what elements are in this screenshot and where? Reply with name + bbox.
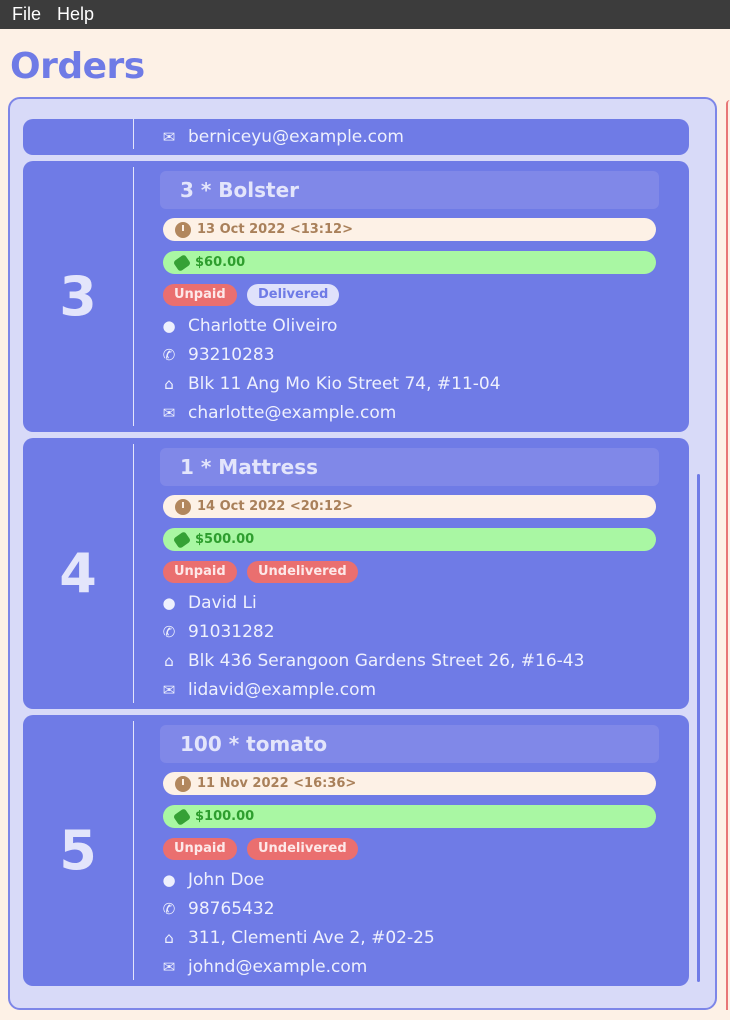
delivery-status-badge: Delivered [247,284,340,306]
customer-email: ✉ lidavid@example.com [160,678,376,702]
clock-icon [175,775,191,792]
price-tag-icon [172,253,192,272]
order-price: $100.00 [163,805,656,828]
customer-phone: ✆ 93210283 [160,343,275,367]
email-icon: ✉ [162,404,176,422]
menu-help[interactable]: Help [57,4,94,25]
customer-name-text: John Doe [188,870,265,890]
phone-icon: ✆ [162,623,176,641]
email-icon: ✉ [162,128,176,146]
order-date-text: 14 Oct 2022 <20:12> [197,499,353,514]
order-price-text: $500.00 [195,532,255,547]
email-icon: ✉ [162,958,176,976]
order-date: 11 Nov 2022 <16:36> [163,772,656,795]
delivery-status-badge: Undelivered [247,838,358,860]
order-price-text: $100.00 [195,809,255,824]
card-divider [133,167,134,426]
menu-file[interactable]: File [12,4,41,25]
order-index: 4 [59,542,97,605]
order-index: 5 [59,819,97,882]
customer-email-text: lidavid@example.com [188,680,377,700]
menu-bar: File Help [0,0,730,29]
person-icon: ● [162,594,176,612]
phone-icon: ✆ [162,900,176,918]
page-title: Orders [10,46,145,87]
person-icon: ● [162,871,176,889]
customer-address-text: 311, Clementi Ave 2, #02-25 [188,928,435,948]
scrollbar[interactable] [697,474,700,982]
customer-email-text: charlotte@example.com [188,403,397,423]
order-price-text: $60.00 [195,255,246,270]
order-price: $500.00 [163,528,656,551]
home-icon: ⌂ [164,929,174,947]
order-card[interactable]: 3 3 * Bolster 13 Oct 2022 <13:12> $60.00… [23,161,689,432]
customer-phone: ✆ 98765432 [160,897,275,921]
customer-address: ⌂ 311, Clementi Ave 2, #02-25 [160,926,435,950]
order-list[interactable]: ✉ berniceyu@example.com 3 3 * Bolster 13… [23,99,689,1008]
order-email: ✉ berniceyu@example.com [160,125,404,149]
customer-address-text: Blk 11 Ang Mo Kio Street 74, #11-04 [188,374,501,394]
adjacent-panel-edge [726,100,730,1010]
order-date: 13 Oct 2022 <13:12> [163,218,656,241]
delivery-status-badge: Undelivered [247,561,358,583]
person-icon: ● [162,317,176,335]
order-card[interactable]: 5 100 * tomato 11 Nov 2022 <16:36> $100.… [23,715,689,986]
price-tag-icon [172,530,192,549]
payment-status-badge: Unpaid [163,838,237,860]
order-date-text: 11 Nov 2022 <16:36> [197,776,357,791]
order-item-title: 100 * tomato [160,725,659,763]
customer-address: ⌂ Blk 436 Serangoon Gardens Street 26, #… [160,649,584,673]
customer-name-text: David Li [188,593,257,613]
customer-phone-text: 91031282 [188,622,275,642]
customer-name: ● Charlotte Oliveiro [160,314,337,338]
order-index: 3 [59,265,97,328]
clock-icon [175,498,191,515]
customer-address-text: Blk 436 Serangoon Gardens Street 26, #16… [188,651,585,671]
order-date-text: 13 Oct 2022 <13:12> [197,222,353,237]
order-price: $60.00 [163,251,656,274]
order-item-title: 1 * Mattress [160,448,659,486]
order-card[interactable]: 4 1 * Mattress 14 Oct 2022 <20:12> $500.… [23,438,689,709]
customer-email-text: johnd@example.com [188,957,368,977]
customer-phone: ✆ 91031282 [160,620,275,644]
payment-status-badge: Unpaid [163,284,237,306]
home-icon: ⌂ [164,375,174,393]
customer-name-text: Charlotte Oliveiro [188,316,338,336]
customer-email: ✉ charlotte@example.com [160,401,397,425]
customer-address: ⌂ Blk 11 Ang Mo Kio Street 74, #11-04 [160,372,501,396]
order-item-title: 3 * Bolster [160,171,659,209]
customer-name: ● David Li [160,591,257,615]
card-divider [133,444,134,703]
order-card[interactable]: ✉ berniceyu@example.com [23,119,689,155]
customer-email: ✉ johnd@example.com [160,955,368,979]
payment-status-badge: Unpaid [163,561,237,583]
customer-phone-text: 93210283 [188,345,275,365]
price-tag-icon [172,807,192,826]
customer-phone-text: 98765432 [188,899,275,919]
orders-panel: ✉ berniceyu@example.com 3 3 * Bolster 13… [8,97,717,1010]
customer-name: ● John Doe [160,868,264,892]
phone-icon: ✆ [162,346,176,364]
email-icon: ✉ [162,681,176,699]
order-email-text: berniceyu@example.com [188,127,404,147]
home-icon: ⌂ [164,652,174,670]
card-divider [133,721,134,980]
clock-icon [175,221,191,238]
card-divider [133,119,134,149]
order-date: 14 Oct 2022 <20:12> [163,495,656,518]
